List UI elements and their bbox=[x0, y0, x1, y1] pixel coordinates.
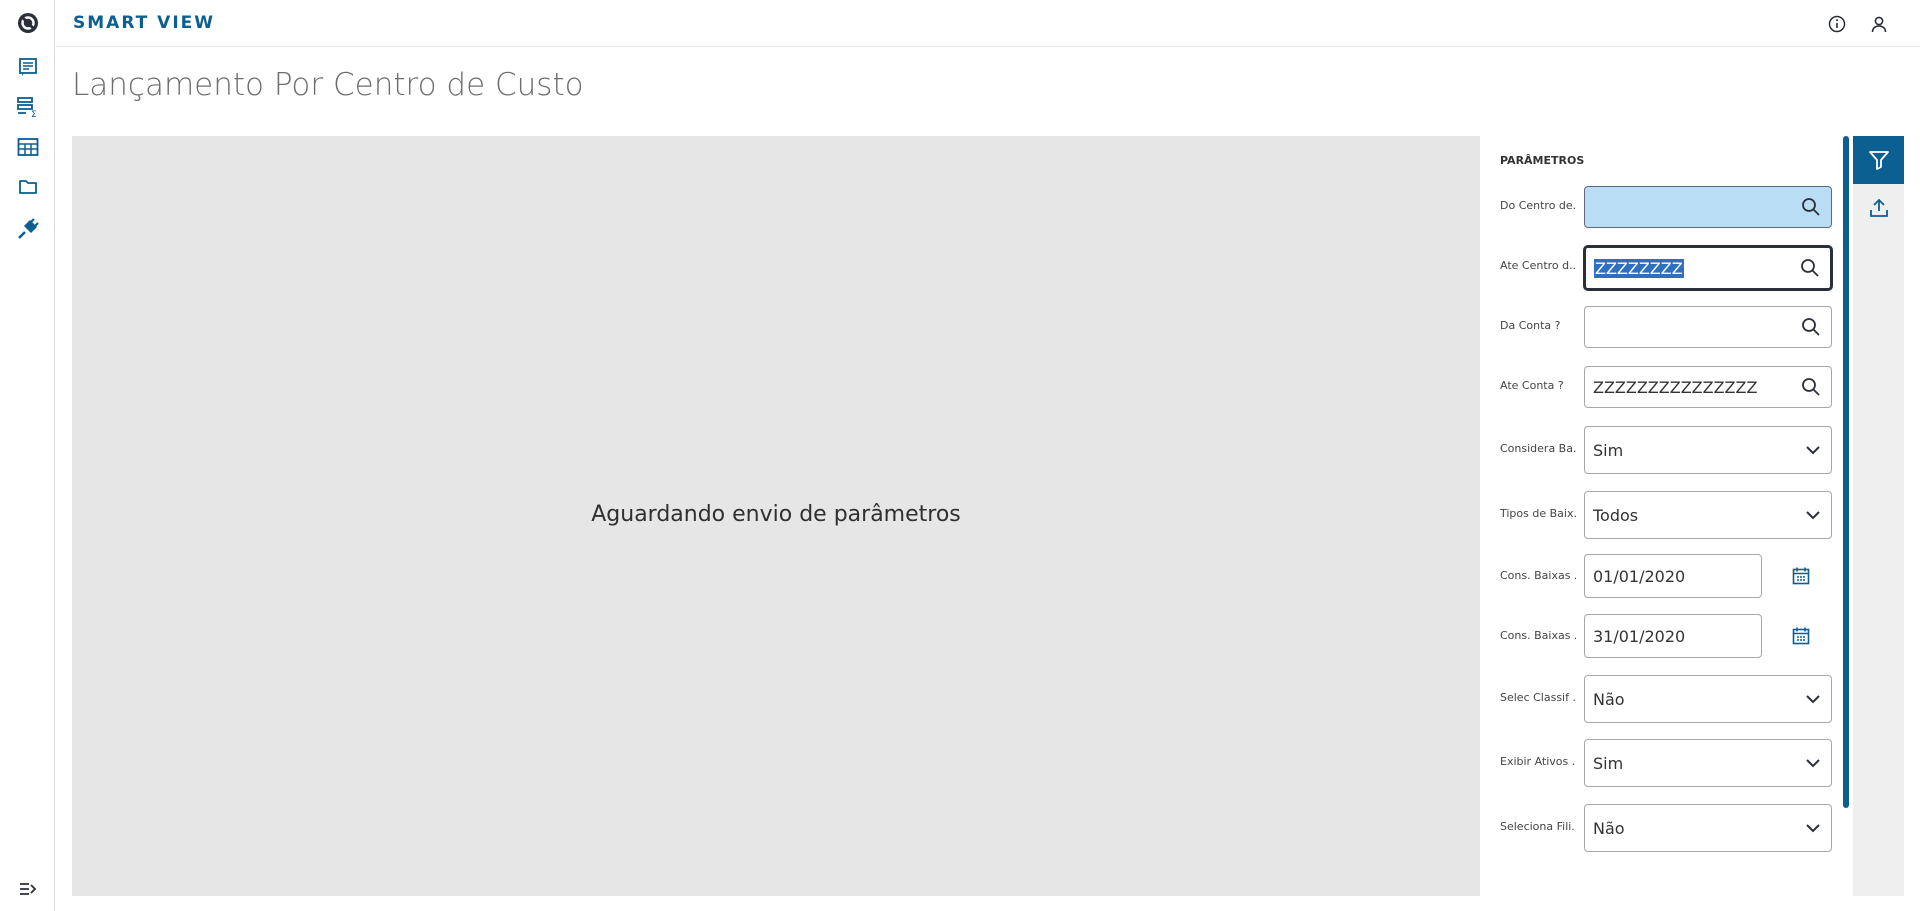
param-label: Cons. Baixas ... bbox=[1500, 569, 1576, 582]
seleciona-filial-select[interactable]: Não bbox=[1584, 804, 1832, 852]
search-icon[interactable] bbox=[1801, 317, 1821, 337]
param-label: Ate Conta ? bbox=[1500, 379, 1564, 392]
chevron-down-icon bbox=[1805, 445, 1821, 455]
param-label: Do Centro de... bbox=[1500, 199, 1576, 212]
user-icon[interactable] bbox=[1867, 12, 1891, 36]
chevron-down-icon bbox=[1805, 823, 1821, 833]
do-centro-input[interactable] bbox=[1584, 186, 1832, 228]
parameters-panel: PARÂMETROS Do Centro de... Ate Centro d.… bbox=[1480, 136, 1844, 896]
report-icon[interactable] bbox=[0, 50, 55, 84]
chevron-down-icon bbox=[1805, 694, 1821, 704]
expand-menu-icon[interactable] bbox=[0, 872, 55, 906]
right-rail bbox=[1853, 136, 1904, 896]
field-value: Não bbox=[1593, 689, 1625, 709]
field-value: ZZZZZZZZZZZZZZZ bbox=[1593, 377, 1758, 397]
info-icon[interactable] bbox=[1825, 12, 1849, 36]
parameters-heading: PARÂMETROS bbox=[1500, 154, 1585, 167]
selec-classif-select[interactable]: Não bbox=[1584, 675, 1832, 723]
table-icon[interactable] bbox=[0, 130, 55, 164]
data-view-icon[interactable]: Σ bbox=[0, 90, 55, 124]
param-label: Tipos de Baix... bbox=[1500, 507, 1576, 520]
da-conta-input[interactable] bbox=[1584, 306, 1832, 348]
date-to-input[interactable]: 31/01/2020 bbox=[1584, 614, 1762, 658]
sidebar: Σ bbox=[0, 0, 55, 911]
export-icon[interactable] bbox=[1853, 184, 1904, 232]
param-label: Seleciona Fili... bbox=[1500, 820, 1576, 833]
svg-text:Σ: Σ bbox=[31, 110, 37, 118]
app-logo-icon[interactable] bbox=[0, 6, 55, 40]
field-value: 01/01/2020 bbox=[1593, 566, 1686, 586]
plug-icon[interactable] bbox=[0, 212, 55, 246]
report-preview-area: Aguardando envio de parâmetros bbox=[72, 136, 1480, 896]
param-label: Ate Centro d... bbox=[1500, 259, 1576, 272]
params-scrollbar[interactable] bbox=[1843, 136, 1849, 808]
date-from-input[interactable]: 01/01/2020 bbox=[1584, 554, 1762, 598]
field-value: Não bbox=[1593, 818, 1625, 838]
tipos-baixa-select[interactable]: Todos bbox=[1584, 491, 1832, 539]
page-title: Lançamento Por Centro de Custo bbox=[72, 67, 584, 103]
search-icon[interactable] bbox=[1801, 377, 1821, 397]
search-icon[interactable] bbox=[1801, 197, 1821, 217]
param-label: Selec Classif ... bbox=[1500, 691, 1576, 704]
exibir-ativos-select[interactable]: Sim bbox=[1584, 739, 1832, 787]
param-label: Considera Ba... bbox=[1500, 442, 1576, 455]
field-value: Todos bbox=[1593, 505, 1639, 525]
ate-conta-input[interactable]: ZZZZZZZZZZZZZZZ bbox=[1584, 366, 1832, 408]
app-title: SMART VIEW bbox=[73, 13, 216, 33]
field-value: 31/01/2020 bbox=[1593, 626, 1686, 646]
calendar-icon[interactable] bbox=[1788, 623, 1814, 649]
field-value: Sim bbox=[1593, 440, 1624, 460]
chevron-down-icon bbox=[1805, 758, 1821, 768]
waiting-message: Aguardando envio de parâmetros bbox=[591, 502, 961, 527]
field-value: ZZZZZZZZ bbox=[1594, 258, 1684, 278]
param-label: Cons. Baixas ... bbox=[1500, 629, 1576, 642]
param-label: Exibir Ativos ... bbox=[1500, 755, 1576, 768]
calendar-icon[interactable] bbox=[1788, 563, 1814, 589]
ate-centro-input[interactable]: ZZZZZZZZ bbox=[1584, 246, 1832, 290]
folder-icon[interactable] bbox=[0, 170, 55, 204]
chevron-down-icon bbox=[1805, 510, 1821, 520]
search-icon[interactable] bbox=[1800, 258, 1820, 278]
considera-select[interactable]: Sim bbox=[1584, 426, 1832, 474]
filter-icon[interactable] bbox=[1853, 136, 1904, 184]
topbar: SMART VIEW bbox=[56, 0, 1920, 47]
field-value: Sim bbox=[1593, 753, 1624, 773]
param-label: Da Conta ? bbox=[1500, 319, 1561, 332]
